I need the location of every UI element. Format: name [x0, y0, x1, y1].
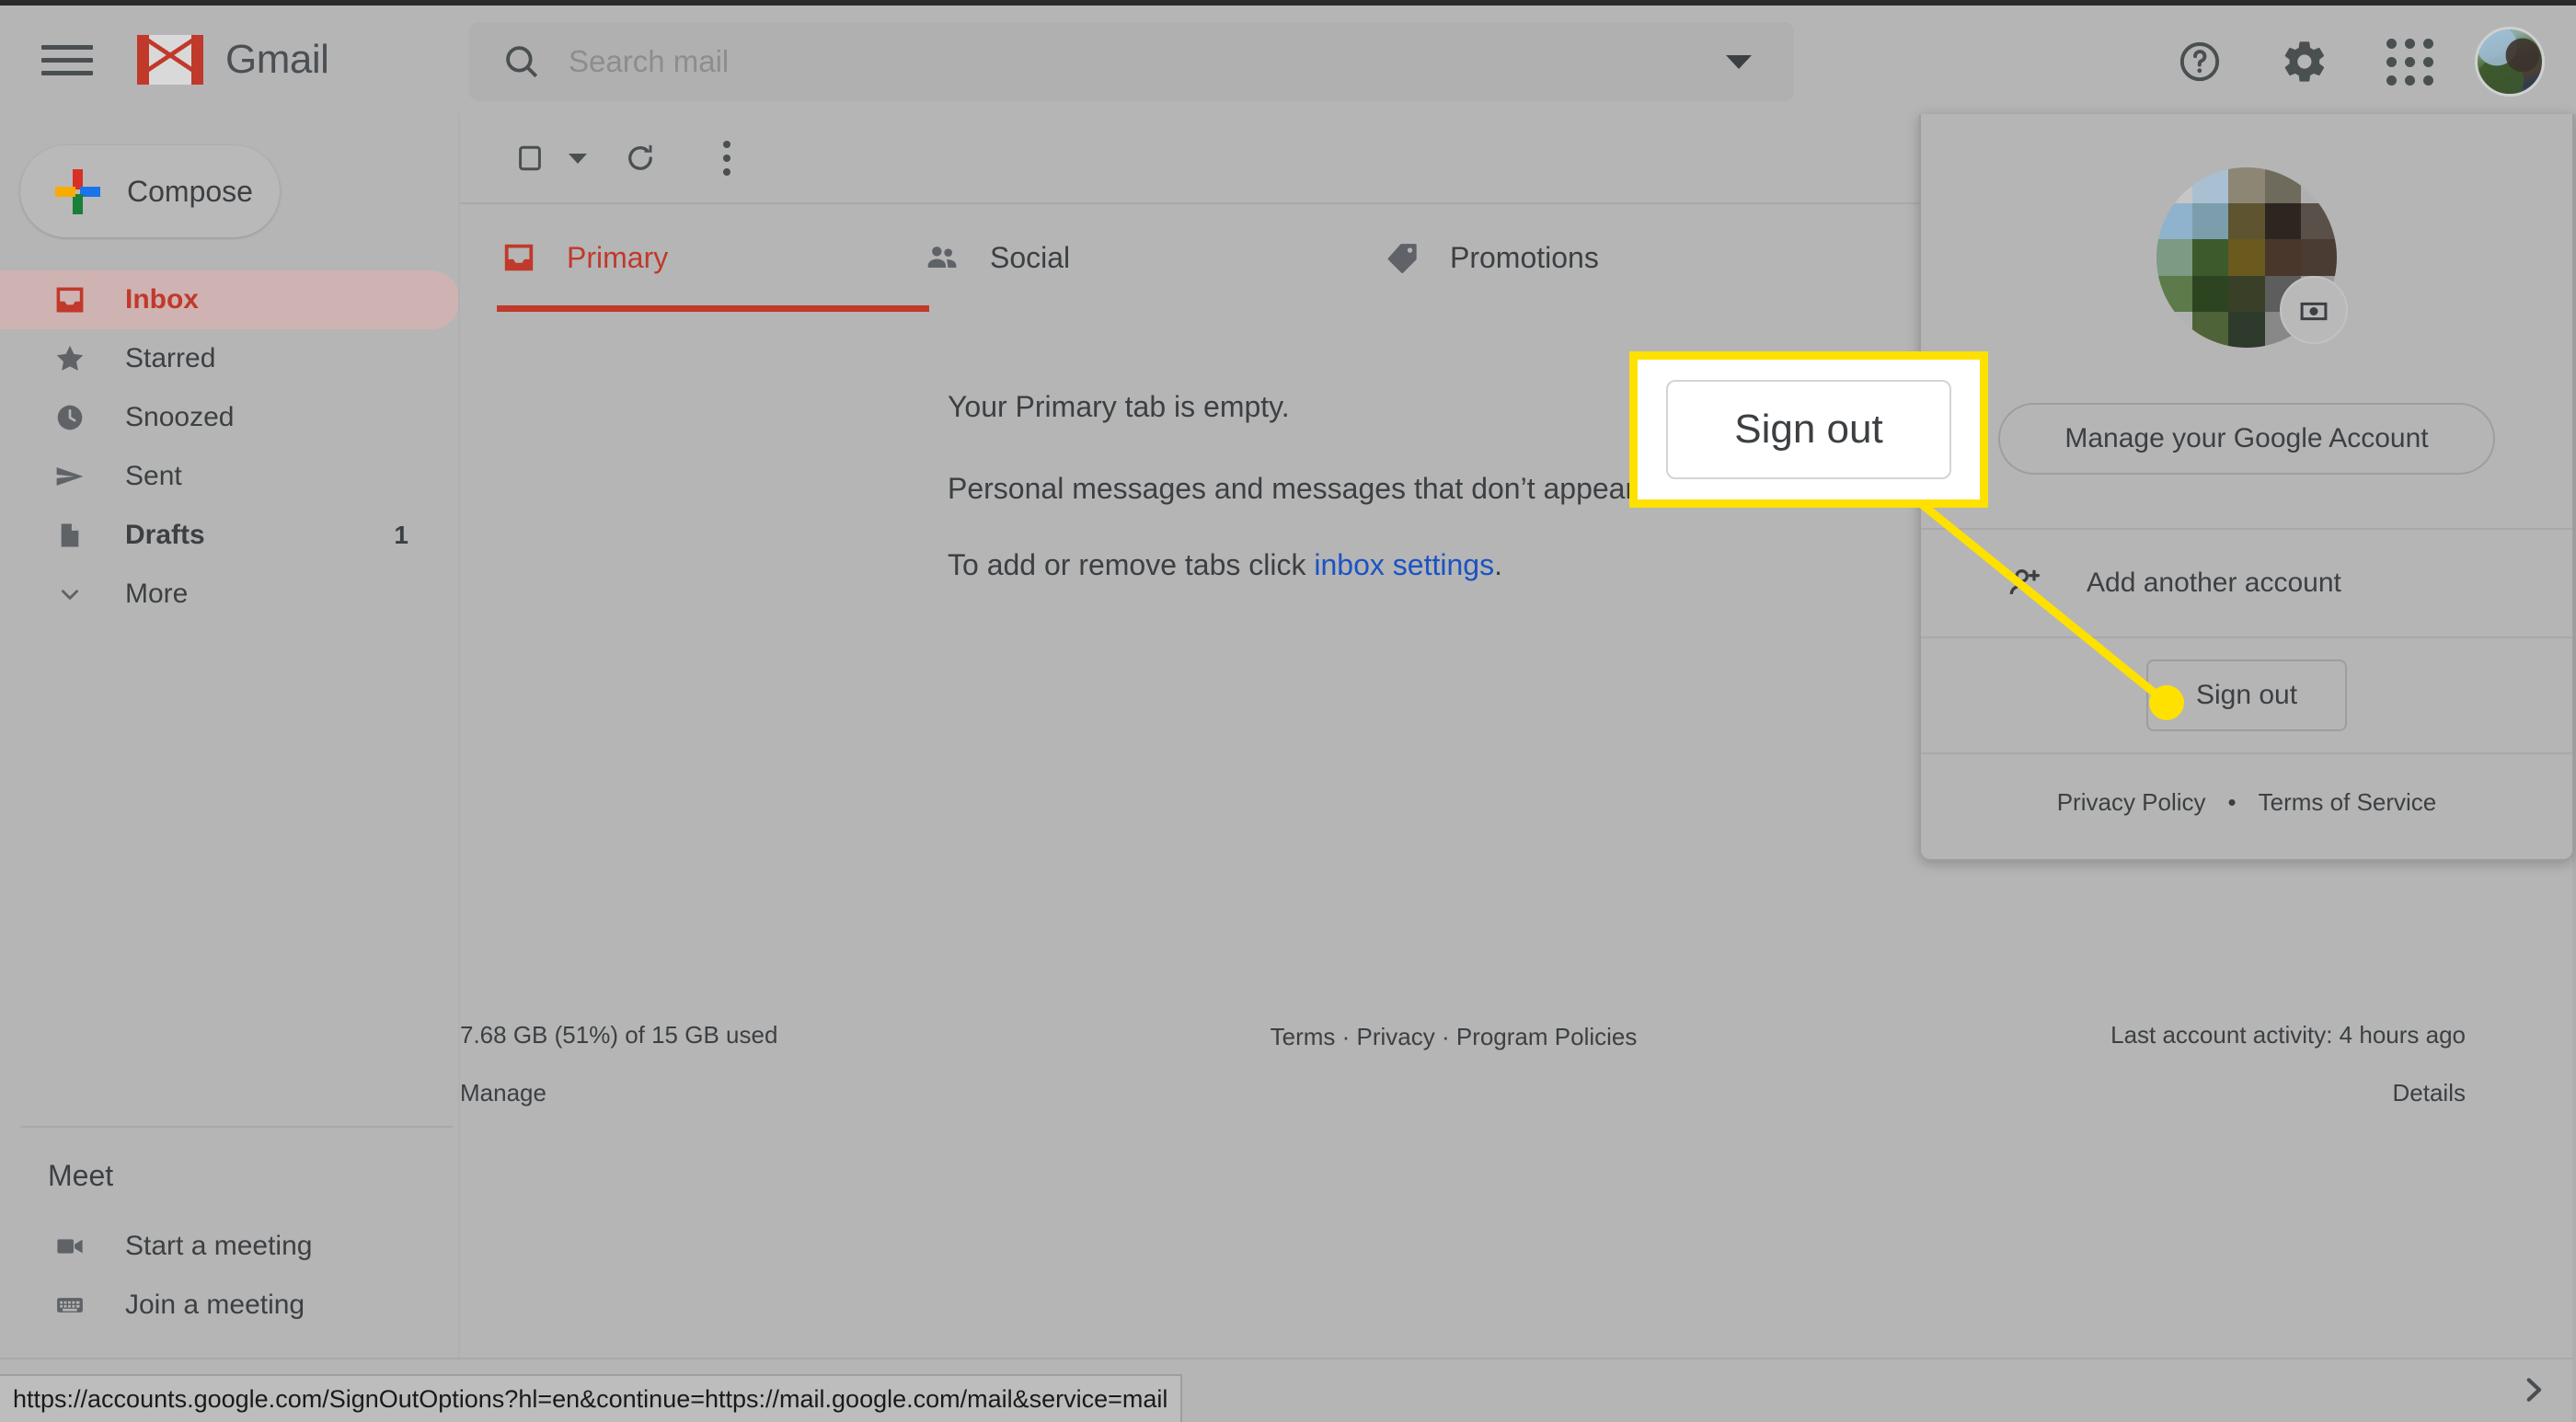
empty-state-settings-suffix: . — [1494, 548, 1502, 581]
chevron-down-icon — [48, 580, 92, 608]
draft-icon — [48, 521, 92, 550]
gmail-brand[interactable]: Gmail — [137, 35, 329, 85]
star-icon — [48, 342, 92, 375]
add-another-account-row[interactable]: Add another account — [1921, 530, 2572, 636]
add-person-icon — [2000, 565, 2052, 602]
sidebar: Compose Inbox Starred Snoozed Sent Draft… — [0, 114, 460, 1358]
gear-icon[interactable] — [2265, 22, 2344, 101]
tab-label: Promotions — [1450, 240, 1599, 274]
gmail-logo-icon — [137, 35, 203, 85]
sidebar-item-drafts[interactable]: Drafts 1 — [0, 506, 460, 565]
plus-icon — [55, 169, 100, 214]
hamburger-icon[interactable] — [41, 34, 93, 86]
account-dropdown-panel: Manage your Google Account Add another a… — [1919, 114, 2574, 861]
search-input[interactable] — [569, 44, 1726, 79]
meet-start-meeting[interactable]: Start a meeting — [0, 1217, 460, 1276]
app-header: Gmail — [0, 6, 2576, 114]
select-checkbox[interactable] — [497, 125, 563, 191]
tab-active-underline — [497, 305, 929, 312]
avatar[interactable] — [2475, 27, 2545, 97]
tab-promotions[interactable]: Promotions — [1380, 203, 1840, 312]
tab-label: Social — [990, 240, 1071, 274]
sidebar-item-label: Sent — [125, 461, 182, 491]
footer-policy-links[interactable]: Terms · Privacy · Program Policies — [1132, 1021, 1776, 1051]
sign-out-button[interactable]: Sign out — [2146, 659, 2347, 731]
chevron-down-icon[interactable] — [569, 153, 587, 164]
sidebar-item-more[interactable]: More — [0, 565, 460, 624]
last-activity-text: Last account activity: 4 hours ago — [2110, 1021, 2466, 1049]
refresh-icon[interactable] — [607, 125, 673, 191]
tab-social[interactable]: Social — [920, 203, 1380, 312]
meet-divider — [20, 1126, 453, 1128]
footer-storage-block: 7.68 GB (51%) of 15 GB used Manage — [460, 1021, 1030, 1107]
gmail-window: Gmail Search mail Compose Inbox Starred … — [0, 0, 2576, 1422]
meet-section: Meet Start a meeting Join a meeting — [0, 1126, 460, 1335]
inbox-icon — [497, 240, 541, 275]
tab-label: Primary — [567, 240, 669, 274]
chevron-right-icon[interactable] — [2517, 1374, 2548, 1405]
sidebar-item-label: Drafts — [125, 520, 205, 550]
brand-name: Gmail — [225, 37, 329, 82]
footer-activity-block: Last account activity: 4 hours ago Detai… — [1877, 1021, 2466, 1107]
chevron-down-icon[interactable] — [1726, 54, 1752, 69]
search-bar[interactable] — [469, 22, 1794, 101]
account-avatar-wrap — [2156, 167, 2348, 348]
tab-primary[interactable]: Primary — [497, 203, 929, 312]
account-panel-footer: Privacy Policy • Terms of Service — [1921, 754, 2572, 850]
help-circle-icon[interactable] — [2160, 22, 2239, 101]
inbox-icon — [48, 283, 92, 316]
sidebar-item-snoozed[interactable]: Snoozed — [0, 388, 460, 447]
video-camera-icon — [48, 1231, 92, 1262]
page-footer: 7.68 GB (51%) of 15 GB used Manage Terms… — [460, 1021, 2466, 1107]
privacy-policy-link[interactable]: Privacy Policy — [2057, 788, 2206, 817]
empty-state-settings-prefix: To add or remove tabs click — [948, 548, 1315, 581]
footer-separator: • — [2227, 787, 2237, 816]
activity-details-link[interactable]: Details — [1877, 1079, 2466, 1107]
terms-of-service-link[interactable]: Terms of Service — [2259, 788, 2437, 817]
sidebar-item-sent[interactable]: Sent — [0, 447, 460, 506]
clock-icon — [48, 402, 92, 433]
sidebar-item-label: Inbox — [125, 284, 199, 315]
header-actions — [2160, 22, 2545, 101]
sign-out-callout: Sign out — [1629, 351, 1988, 508]
camera-icon[interactable] — [2280, 276, 2348, 344]
sidebar-item-count: 1 — [394, 521, 408, 549]
sign-out-row: Sign out — [1921, 638, 2572, 752]
sidebar-item-label: Starred — [125, 343, 216, 373]
manage-google-account-button[interactable]: Manage your Google Account — [1998, 403, 2495, 475]
meet-item-label: Join a meeting — [125, 1290, 305, 1320]
inbox-settings-link[interactable]: inbox settings — [1314, 548, 1494, 581]
sidebar-nav: Inbox Starred Snoozed Sent Drafts 1 More — [0, 270, 460, 624]
bottom-divider — [0, 1358, 2576, 1359]
callout-sign-out-button[interactable]: Sign out — [1666, 380, 1951, 479]
meet-title: Meet — [48, 1159, 114, 1192]
add-another-account-label: Add another account — [2087, 568, 2341, 598]
meet-item-label: Start a meeting — [125, 1231, 313, 1261]
keyboard-icon — [48, 1290, 92, 1321]
sidebar-item-label: Snoozed — [125, 402, 235, 432]
sidebar-item-inbox[interactable]: Inbox — [0, 270, 460, 329]
search-icon — [506, 46, 538, 78]
sidebar-item-label: More — [125, 579, 189, 609]
sidebar-item-starred[interactable]: Starred — [0, 329, 460, 388]
tag-icon — [1380, 240, 1424, 275]
manage-storage-link[interactable]: Manage — [460, 1079, 1030, 1107]
kebab-menu-icon[interactable] — [694, 125, 760, 191]
storage-text: 7.68 GB (51%) of 15 GB used — [460, 1021, 778, 1049]
send-icon — [48, 460, 92, 493]
people-icon — [920, 239, 964, 276]
compose-button[interactable]: Compose — [20, 145, 280, 237]
meet-join-meeting[interactable]: Join a meeting — [0, 1276, 460, 1335]
apps-grid-icon[interactable] — [2370, 22, 2449, 101]
status-bar-url: https://accounts.google.com/SignOutOptio… — [0, 1374, 1183, 1422]
compose-label: Compose — [127, 174, 253, 208]
